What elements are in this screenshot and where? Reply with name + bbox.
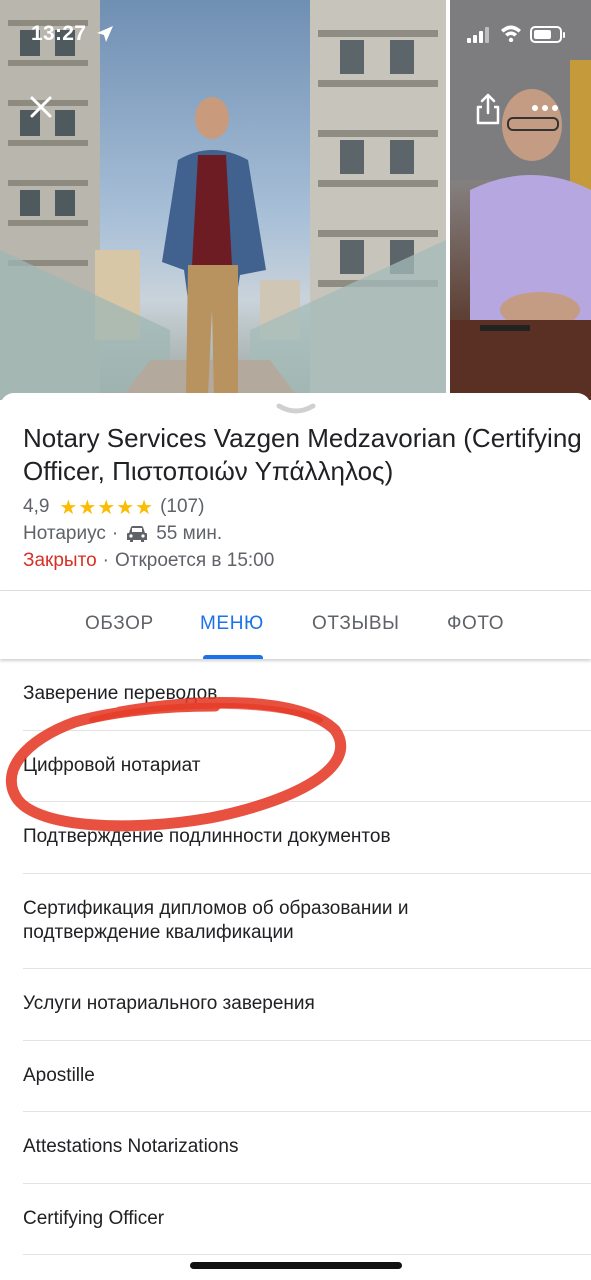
menu-item[interactable]: Сертификация дипломов об образовании и п… bbox=[23, 897, 473, 945]
drive-time: 55 мин. bbox=[156, 523, 223, 544]
rating-row[interactable]: 4,9 ★★★★★ (107) bbox=[23, 494, 204, 520]
cellular-signal-icon bbox=[467, 27, 489, 43]
menu-item[interactable]: Заверение переводов bbox=[23, 682, 591, 706]
menu-item[interactable]: Certifying Officer bbox=[23, 1207, 591, 1231]
car-icon bbox=[127, 526, 148, 542]
main-photo-scene bbox=[0, 0, 446, 400]
tab-overview[interactable]: ОБЗОР bbox=[85, 613, 154, 635]
menu-item[interactable]: Услуги нотариального заверения bbox=[23, 992, 591, 1016]
rating-value: 4,9 bbox=[23, 496, 50, 517]
tab-bar: ОБЗОР МЕНЮ ОТЗЫВЫ ФОТО bbox=[0, 591, 591, 659]
category-row: Нотариус · 55 мин. bbox=[23, 521, 222, 547]
divider bbox=[23, 873, 591, 874]
divider bbox=[23, 1183, 591, 1184]
divider bbox=[23, 1111, 591, 1112]
secondary-photo-scene bbox=[450, 0, 591, 400]
opening-time: Откроется в 15:00 bbox=[114, 550, 275, 571]
place-category: Нотариус bbox=[23, 523, 106, 544]
location-arrow-icon bbox=[97, 26, 113, 42]
tab-menu[interactable]: МЕНЮ bbox=[200, 613, 264, 635]
hours-row[interactable]: Закрыто · Откроется в 15:00 bbox=[23, 548, 274, 574]
battery-icon bbox=[530, 26, 565, 43]
main-photo[interactable] bbox=[0, 0, 446, 400]
close-icon[interactable] bbox=[26, 92, 56, 122]
more-horizontal-icon[interactable] bbox=[530, 98, 560, 118]
divider bbox=[23, 968, 591, 969]
divider bbox=[23, 801, 591, 802]
status-time: 13:27 bbox=[31, 22, 87, 45]
separator-dot: · bbox=[111, 523, 119, 544]
wifi-icon bbox=[501, 25, 521, 42]
tab-reviews[interactable]: ОТЗЫВЫ bbox=[312, 613, 400, 635]
place-title: Notary Services Vazgen Medzavorian (Cert… bbox=[23, 423, 582, 486]
tab-photos[interactable]: ФОТО bbox=[447, 613, 504, 635]
separator-dot: · bbox=[102, 550, 109, 571]
home-indicator[interactable] bbox=[190, 1262, 402, 1269]
menu-item[interactable]: Цифровой нотариат bbox=[23, 754, 591, 778]
menu-item[interactable]: Apostille bbox=[23, 1064, 591, 1088]
secondary-photo[interactable] bbox=[450, 0, 591, 400]
active-tab-indicator bbox=[203, 655, 263, 659]
divider bbox=[23, 730, 591, 731]
open-status: Закрыто bbox=[23, 550, 97, 571]
divider bbox=[23, 1254, 591, 1255]
photo-gallery[interactable]: 13:27 bbox=[0, 0, 591, 400]
rating-stars: ★★★★★ bbox=[59, 496, 155, 519]
menu-item[interactable]: Attestations Notarizations bbox=[23, 1135, 591, 1159]
share-icon[interactable] bbox=[473, 92, 503, 126]
sheet-drag-handle[interactable] bbox=[276, 402, 316, 416]
divider bbox=[23, 1040, 591, 1041]
menu-item[interactable]: Подтверждение подлинности документов bbox=[23, 825, 591, 849]
review-count[interactable]: (107) bbox=[160, 496, 204, 518]
